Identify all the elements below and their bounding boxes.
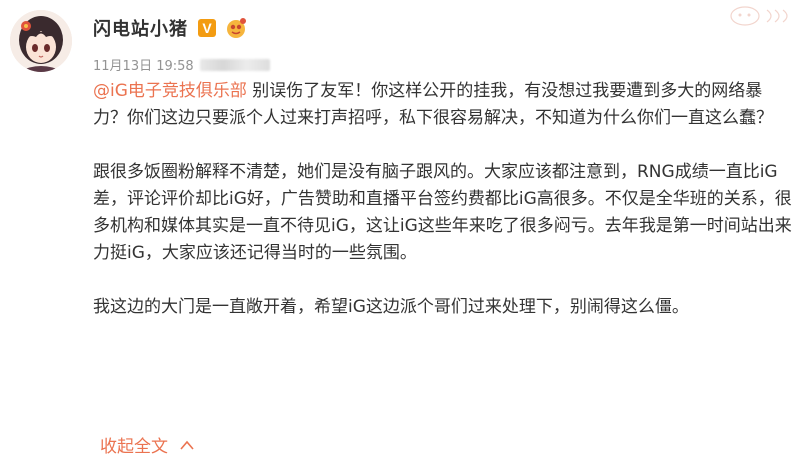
chevron-up-icon	[180, 440, 194, 450]
post-body: @iG电子竞技俱乐部 别误伤了友军！你这样公开的挂我，有没想过我要遭到多大的网络…	[93, 78, 793, 321]
username[interactable]: 闪电站小猪	[93, 15, 188, 41]
member-badge-icon[interactable]	[224, 17, 248, 39]
collapse-full-text-button[interactable]: 收起全文	[100, 432, 194, 457]
post-paragraph: 跟很多饭圈粉解释不清楚，她们是没有脑子跟风的。大家应该都注意到，RNG成绩一直比…	[93, 162, 792, 263]
collapse-label: 收起全文	[100, 437, 168, 457]
blurred-source	[199, 58, 270, 71]
post-paragraph: 我这边的大门是一直敞开着，希望iG这边派个哥们过来处理下，别闹得这么僵。	[93, 297, 689, 317]
post-paragraph: @iG电子竞技俱乐部 别误伤了友军！你这样公开的挂我，有没想过我要遭到多大的网络…	[93, 78, 793, 132]
post-timestamp[interactable]: 11月13日 19:58	[93, 55, 194, 74]
user-header: 闪电站小猪 V	[93, 16, 248, 40]
post-meta: 11月13日 19:58	[93, 55, 270, 74]
watermark-logo	[730, 6, 788, 26]
avatar[interactable]	[10, 10, 72, 72]
mention-link[interactable]: @iG电子竞技俱乐部	[93, 81, 247, 101]
verified-v-icon: V	[198, 19, 216, 37]
